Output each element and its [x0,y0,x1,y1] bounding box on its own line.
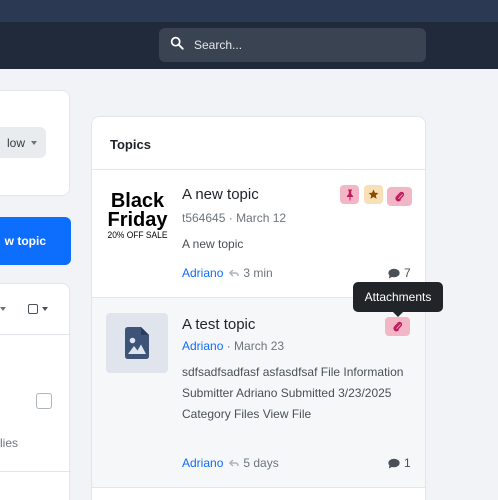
thumbnail-line-3: 20% OFF SALE [108,230,168,240]
tooltip-text: Attachments [364,290,432,304]
topic-list-card [0,283,71,500]
search-icon [170,36,184,55]
top-strip [0,0,498,22]
follow-label: low [6,135,25,150]
chevron-down-icon [31,140,37,145]
comment-icon [388,458,400,468]
divider [92,169,425,170]
comment-icon [388,268,400,278]
topic-thumbnail-file[interactable] [106,313,168,373]
paperclip-icon [393,321,402,332]
topic-date: March 23 [234,339,285,353]
topic-excerpt: sdfsadfsadfasf asfasdfsaf File Informati… [182,365,404,421]
attachments-badge[interactable] [387,187,412,206]
reply-count-value: 1 [404,456,411,470]
pinned-badge [340,185,359,204]
star-icon [368,189,379,199]
topic-meta: Adriano · March 23 [182,339,285,353]
row-checkbox[interactable] [36,393,52,409]
pin-icon [346,189,353,200]
reply-count-value: 7 [404,266,411,280]
reply-arrow-icon [229,268,240,277]
topic-excerpt: A new topic [182,237,244,251]
topic-date: March 12 [236,211,287,225]
reply-arrow-icon [229,458,240,467]
divider [92,487,425,488]
topic-meta: t564645 · March 12 [182,211,287,225]
topic-author[interactable]: Adriano [182,339,223,353]
file-image-icon [125,327,149,359]
paperclip-icon [395,191,404,202]
attachments-tooltip: Attachments [353,282,443,317]
last-reply-user[interactable]: Adriano [182,266,223,280]
topics-heading: Topics [110,137,151,152]
chevron-down-icon [42,307,48,311]
attachments-badge[interactable] [385,317,410,336]
replies-label: lies [0,436,19,450]
featured-badge [364,185,383,204]
reply-count: 7 [388,266,411,280]
last-reply-info: Adriano 3 min [182,266,273,280]
topic-author[interactable]: t564645 [182,211,225,225]
topic-thumbnail-black-friday[interactable]: Black Friday 20% OFF SALE [107,185,168,243]
reply-count: 1 [388,456,411,470]
topic-title[interactable]: A test topic [182,316,255,333]
search-input[interactable]: Search... [194,38,242,52]
follow-button[interactable]: low [0,127,46,158]
last-reply-user[interactable]: Adriano [182,456,223,470]
new-topic-label: w topic [4,234,46,248]
topic-title[interactable]: A new topic [182,186,259,203]
last-reply-time: 3 min [243,266,273,280]
divider [0,334,71,335]
thumbnail-line-2: Friday [107,209,168,231]
select-all-dropdown[interactable] [28,304,48,314]
checkbox-icon [28,304,38,314]
divider [0,471,71,472]
chevron-down-icon[interactable] [0,307,6,311]
search-bar[interactable]: Search... [159,28,426,62]
last-reply-time: 5 days [243,456,279,470]
start-new-topic-button[interactable]: w topic [0,217,71,265]
last-reply-info: Adriano 5 days [182,456,279,470]
